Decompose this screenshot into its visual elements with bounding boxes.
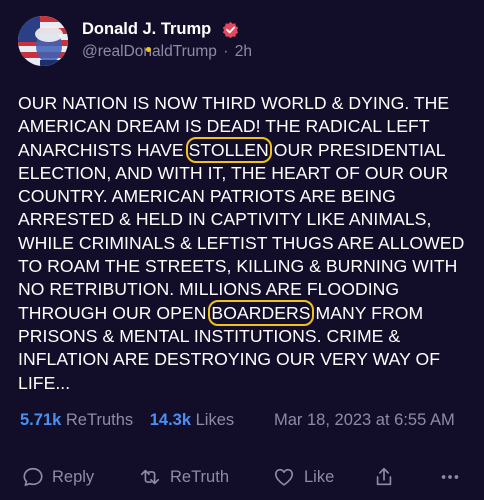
like-label: Like	[304, 467, 335, 486]
reply-icon	[23, 467, 43, 487]
reply-label: Reply	[52, 467, 95, 486]
author-name[interactable]: Donald J. Trump	[82, 20, 211, 39]
action-bar: Reply ReTruth Like	[22, 462, 472, 492]
more-icon	[441, 475, 459, 479]
post-text: OUR NATION IS NOW THIRD WORLD & DYING. T…	[18, 92, 468, 395]
share-icon	[376, 467, 392, 486]
post-age[interactable]: 2h	[235, 43, 252, 60]
post-timestamp: Mar 18, 2023 at 6:55 AM	[274, 411, 455, 429]
share-button[interactable]	[373, 466, 395, 488]
like-button[interactable]: Like	[272, 466, 334, 488]
highlight-boarders: BOARDERS	[208, 299, 314, 326]
likes-stat[interactable]: 14.3k Likes	[150, 411, 234, 429]
post-stats: 5.71k ReTruths 14.3k Likes Mar 18, 2023 …	[20, 411, 470, 430]
retruth-button[interactable]: ReTruth	[138, 466, 229, 488]
verified-badge-icon	[222, 21, 238, 38]
highlight-stollen: STOLLEN	[185, 136, 272, 163]
meta-separator: ·	[223, 43, 229, 60]
post-text-part: OUR PRESIDENTIAL ELECTION, AND WITH IT, …	[18, 139, 465, 323]
retruth-label: ReTruth	[170, 467, 229, 486]
retruths-count: 5.71k	[20, 411, 62, 429]
avatar[interactable]	[18, 16, 68, 66]
reply-button[interactable]: Reply	[22, 466, 94, 488]
retruths-label: ReTruths	[65, 411, 134, 429]
more-button[interactable]	[438, 466, 462, 488]
likes-label: Likes	[195, 411, 235, 429]
avatar-image	[18, 16, 68, 66]
like-icon	[274, 468, 294, 486]
post-header: Donald J. Trump @realDonaldTrump · 2h	[18, 16, 458, 68]
likes-count: 14.3k	[149, 411, 192, 429]
author-meta: @realDonaldTrump · 2h	[82, 43, 252, 61]
retruths-stat[interactable]: 5.71k ReTruths	[20, 411, 133, 429]
retruth-icon	[140, 469, 160, 485]
status-dot	[146, 47, 151, 52]
